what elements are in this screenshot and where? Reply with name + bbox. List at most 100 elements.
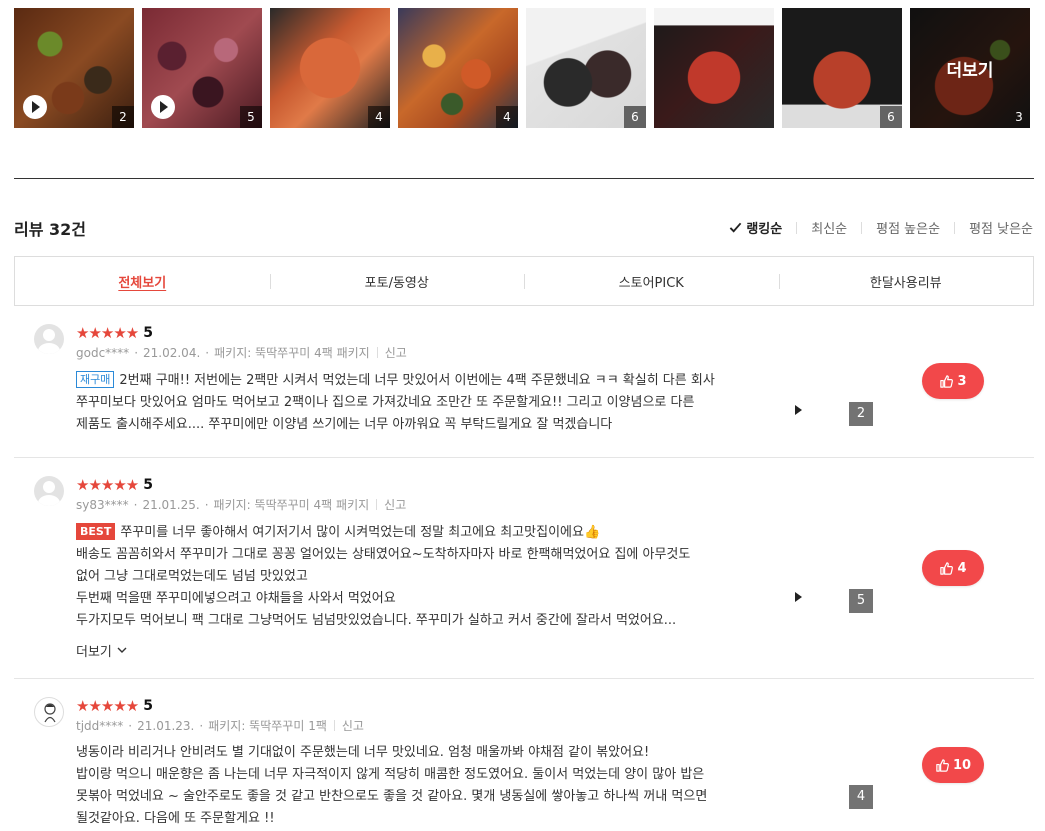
review-option: 패키지: 뚝딱쭈꾸미 4팩 패키지 <box>214 346 370 360</box>
like-button[interactable]: 4 <box>922 550 984 586</box>
tab-all[interactable]: 전체보기 <box>15 257 270 305</box>
sort-options: 랭킹순 최신순 평점 높은순 평점 낮은순 <box>729 218 1033 237</box>
review-line: 제품도 출시해주세요.... 쭈꾸미에만 이양념 쓰기에는 너무 아까워요 꼭 … <box>76 417 613 432</box>
thumbs-up-icon <box>940 561 954 575</box>
meta-divider <box>376 499 378 510</box>
review-line: 두가지모두 먹어보니 팩 그대로 그냥먹어도 넘넘맛있었습니다. 쭈꾸미가 실하… <box>76 613 677 628</box>
package-photo <box>654 8 774 128</box>
review-attached-photo[interactable]: 5 <box>782 523 873 613</box>
review-photo-thumb[interactable]: 6 <box>782 8 902 128</box>
review-meta: sy83**** · 21.01.25. · 패키지: 뚝딱쭈꾸미 4팩 패키지… <box>76 496 406 513</box>
review-user: sy83**** <box>76 497 129 512</box>
photo-count: 4 <box>368 106 390 128</box>
review-item: ★★★★★ 5 sy83**** · 21.01.25. · 패키지: 뚝딱쭈꾸… <box>14 476 1034 679</box>
photo-count: 2 <box>849 402 873 426</box>
report-button[interactable]: 신고 <box>342 717 364 734</box>
review-photo-thumb[interactable] <box>654 8 774 128</box>
review-line: 재구매 2번째 구매!! 저번에는 2팩만 시켜서 먹었는데 너무 맛있어서 이번… <box>76 370 756 392</box>
review-line: 두번째 먹을땐 쭈꾸미에넣으려고 야채들을 사와서 먹었어요 <box>76 591 396 606</box>
sort-divider <box>796 221 798 234</box>
review-line: 냉동이라 비리거나 안비려도 별 기대없이 주문했는데 너무 맛있네요. 엄청 … <box>76 745 650 760</box>
photo-count: 6 <box>880 106 902 128</box>
review-photo-thumb[interactable]: 4 <box>398 8 518 128</box>
review-item: ★★★★★ 5 tjdd**** · 21.01.23. · 패키지: 뚝딱쭈꾸… <box>14 697 1034 831</box>
meta-divider <box>333 720 335 731</box>
meta-dot: · <box>204 497 209 512</box>
more-label: 더보기 <box>76 645 112 660</box>
review-line: 쭈꾸미보다 맛있어요 엄마도 먹어보고 2팩이나 집으로 가져갔네요 조만간 또… <box>76 395 695 410</box>
like-count: 3 <box>957 373 967 389</box>
review-user: godc**** <box>76 345 130 360</box>
sort-rating-low[interactable]: 평점 낮은순 <box>969 218 1033 237</box>
star-rating-icon: ★★★★★ <box>76 324 139 342</box>
section-divider <box>14 178 1034 179</box>
review-line: 밥이랑 먹으니 매운향은 좀 나는데 너무 자극적이지 않게 적당히 매콤한 정… <box>76 767 705 782</box>
report-button[interactable]: 신고 <box>385 344 407 361</box>
review-line: BEST 쭈꾸미를 너무 좋아해서 여기저기서 많이 시켜먹었는데 정말 최고에요… <box>76 522 756 544</box>
photo-count: 5 <box>849 589 873 613</box>
review-line-text: 2번째 구매!! 저번에는 2팩만 시켜서 먹었는데 너무 맛있어서 이번에는 … <box>119 373 715 388</box>
tab-store-pick[interactable]: 스토어PICK <box>524 257 779 305</box>
sort-latest[interactable]: 최신순 <box>811 218 847 237</box>
star-rating-icon: ★★★★★ <box>76 697 139 715</box>
like-count: 10 <box>952 757 972 773</box>
review-text: BEST 쭈꾸미를 너무 좋아해서 여기저기서 많이 시켜먹었는데 정말 최고에요… <box>76 522 756 632</box>
review-line-text: 쭈꾸미를 너무 좋아해서 여기저기서 많이 시켜먹었는데 정말 최고에요 최고맛… <box>120 525 601 540</box>
meta-divider <box>376 347 378 358</box>
review-attached-photo[interactable]: 2 <box>782 336 873 426</box>
review-photo-thumb[interactable]: 4 <box>270 8 390 128</box>
review-attached-photo[interactable]: 4 <box>782 719 873 809</box>
sort-divider <box>954 221 956 234</box>
review-option: 패키지: 뚝딱쭈꾸미 1팩 <box>208 719 327 733</box>
review-photo-thumb[interactable]: 6 <box>526 8 646 128</box>
review-photo-thumb[interactable]: 5 <box>142 8 262 128</box>
like-button[interactable]: 10 <box>922 747 984 783</box>
like-button[interactable]: 3 <box>922 363 984 399</box>
repurchase-badge: 재구매 <box>76 371 115 388</box>
report-button[interactable]: 신고 <box>384 496 406 513</box>
sort-ranking[interactable]: 랭킹순 <box>729 218 782 237</box>
photo-count: 6 <box>624 106 646 128</box>
review-line: 배송도 꼼꼼히와서 쭈꾸미가 그대로 꽁꽁 얼어있는 상태였어요~도착하자마자 … <box>76 547 691 562</box>
thumbs-up-icon <box>940 374 954 388</box>
review-text: 냉동이라 비리거나 안비려도 별 기대없이 주문했는데 너무 맛있네요. 엄청 … <box>76 742 756 830</box>
photo-count: 5 <box>240 106 262 128</box>
rating: ★★★★★ 5 <box>76 476 153 494</box>
photo-strip: 2 5 4 4 6 6 더보기 3 <box>14 8 1030 128</box>
play-icon <box>23 95 47 119</box>
rating: ★★★★★ 5 <box>76 697 153 715</box>
rating-value: 5 <box>143 325 153 341</box>
review-text: 재구매 2번째 구매!! 저번에는 2팩만 시켜서 먹었는데 너무 맛있어서 이번… <box>76 370 756 436</box>
play-icon <box>151 95 175 119</box>
review-item: ★★★★★ 5 godc**** · 21.02.04. · 패키지: 뚝딱쭈꾸… <box>14 324 1034 458</box>
sort-rating-high[interactable]: 평점 높은순 <box>876 218 940 237</box>
best-badge: BEST <box>76 523 116 540</box>
photo-count: 3 <box>1015 110 1023 124</box>
photo-count: 2 <box>112 106 134 128</box>
avatar <box>34 697 64 727</box>
more-photos-button[interactable]: 더보기 3 <box>910 8 1030 128</box>
photo-count: 4 <box>496 106 518 128</box>
review-line: 될것같아요. 다음에 또 주문할게요 !! <box>76 811 275 826</box>
tab-month-review[interactable]: 한달사용리뷰 <box>778 257 1034 305</box>
review-more-button[interactable]: 더보기 <box>76 641 127 660</box>
play-icon <box>788 400 808 420</box>
rating-value: 5 <box>143 477 153 493</box>
chevron-down-icon <box>117 647 127 653</box>
play-icon <box>788 587 808 607</box>
review-line: 못볶아 먹었네요 ~ 술안주로도 좋을 것 같고 반찬으로도 좋을 것 같아요.… <box>76 789 708 804</box>
thumbs-up-icon <box>936 758 949 772</box>
photo-count: 4 <box>849 785 873 809</box>
meta-dot: · <box>199 718 204 733</box>
meta-dot: · <box>133 497 138 512</box>
check-icon <box>730 222 742 233</box>
star-rating-icon: ★★★★★ <box>76 476 139 494</box>
review-line: 없어 그냥 그대로먹었는데도 넘넘 맛있었고 <box>76 569 308 584</box>
meta-dot: · <box>134 345 139 360</box>
like-count: 4 <box>957 560 967 576</box>
tab-photo-video[interactable]: 포토/동영상 <box>269 257 525 305</box>
sort-ranking-label: 랭킹순 <box>746 222 783 237</box>
review-photo-thumb[interactable]: 2 <box>14 8 134 128</box>
avatar <box>34 324 64 354</box>
review-filter-tabs: 전체보기 포토/동영상 스토어PICK 한달사용리뷰 <box>14 256 1034 306</box>
